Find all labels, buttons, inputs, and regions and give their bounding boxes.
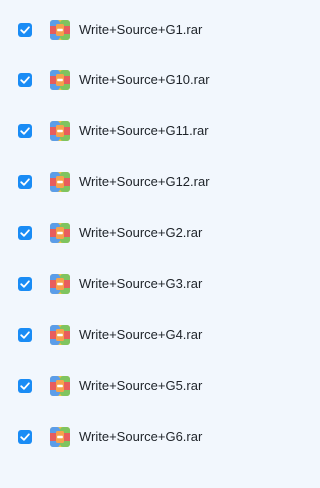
rar-archive-icon [49,19,71,41]
rar-archive-icon [49,375,71,397]
checked-checkbox[interactable] [18,430,32,444]
file-name: Write+Source+G1.rar [79,22,203,37]
rar-archive-icon [49,273,71,295]
file-row[interactable]: Write+Source+G6.rar [0,427,312,488]
file-name: Write+Source+G2.rar [79,225,203,240]
checked-checkbox[interactable] [18,277,32,291]
file-name: Write+Source+G12.rar [79,174,210,189]
file-name: Write+Source+G10.rar [79,72,210,87]
checked-checkbox[interactable] [18,226,32,240]
checked-checkbox[interactable] [18,379,32,393]
rar-archive-icon [49,120,71,142]
checked-checkbox[interactable] [18,328,32,342]
rar-archive-icon [49,426,71,448]
file-list: Write+Source+G1.rar Write+Source+G10.rar… [0,0,312,459]
rar-archive-icon [49,222,71,244]
file-name: Write+Source+G4.rar [79,327,203,342]
rar-archive-icon [49,69,71,91]
rar-archive-icon [49,171,71,193]
checked-checkbox[interactable] [18,23,32,37]
checked-checkbox[interactable] [18,73,32,87]
file-name: Write+Source+G3.rar [79,276,203,291]
file-name: Write+Source+G11.rar [79,123,209,138]
file-name: Write+Source+G6.rar [79,429,203,444]
checked-checkbox[interactable] [18,124,32,138]
checked-checkbox[interactable] [18,175,32,189]
rar-archive-icon [49,324,71,346]
file-name: Write+Source+G5.rar [79,378,203,393]
